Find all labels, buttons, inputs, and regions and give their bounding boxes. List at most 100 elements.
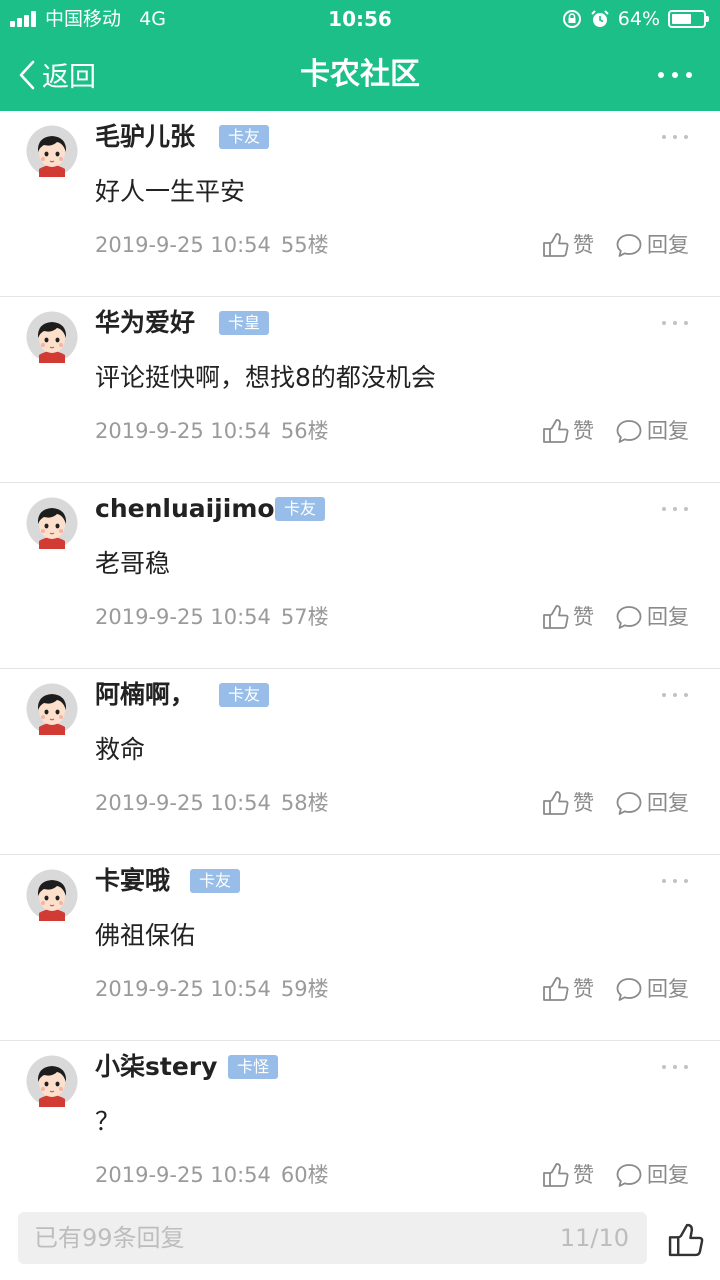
user-badge: 卡友: [219, 125, 270, 149]
battery-percent: 64%: [617, 8, 660, 30]
reply-meta: 2019-9-25 10:54 56楼: [95, 416, 329, 446]
back-button[interactable]: 返回: [18, 38, 96, 111]
reply-time: 2019-9-25 10:54: [95, 791, 271, 815]
alarm-lock-icon: [562, 10, 581, 28]
battery-fill: [672, 14, 692, 24]
like-button[interactable]: 赞: [541, 974, 594, 1004]
avatar[interactable]: [26, 683, 78, 735]
comment-icon: [616, 420, 642, 443]
app-screen: 中国移动 4G 10:56 64% 返回 卡农社区 毛驴儿张 卡友 好人一生平安…: [0, 0, 720, 1280]
like-button[interactable]: 赞: [541, 416, 594, 446]
reply-button[interactable]: 回复: [615, 416, 689, 446]
reply-item: chenluaijimo 卡友 老哥稳 2019-9-25 10:54 57楼 赞…: [0, 483, 720, 669]
thumb-up-icon: [543, 233, 569, 257]
floor-number: 56楼: [280, 419, 329, 443]
like-button[interactable]: 赞: [541, 230, 594, 260]
like-button[interactable]: 赞: [541, 602, 594, 632]
more-dots-icon[interactable]: [662, 133, 688, 141]
username[interactable]: 毛驴儿张: [95, 120, 195, 154]
floor-number: 58楼: [280, 791, 329, 815]
reply-list: 毛驴儿张 卡友 好人一生平安 2019-9-25 10:54 55楼 赞 回复 华…: [0, 111, 720, 1201]
reply-item: 阿楠啊， 卡友 救命 2019-9-25 10:54 58楼 赞 回复: [0, 669, 720, 855]
reply-item: 毛驴儿张 卡友 好人一生平安 2019-9-25 10:54 55楼 赞 回复: [0, 111, 720, 297]
reply-content: 救命: [95, 735, 146, 764]
user-badge: 卡友: [219, 683, 270, 707]
thumb-up-icon[interactable]: [666, 1221, 704, 1259]
reply-item: 卡宴哦 卡友 佛祖保佑 2019-9-25 10:54 59楼 赞 回复: [0, 855, 720, 1041]
reply-button[interactable]: 回复: [615, 788, 689, 818]
thumb-up-icon: [543, 977, 569, 1001]
reply-content: 佛祖保佑: [95, 921, 196, 950]
reply-content: ？: [95, 1107, 121, 1136]
reply-button[interactable]: 回复: [615, 1160, 689, 1190]
username[interactable]: 卡宴哦: [95, 864, 170, 898]
reply-label: 回复: [647, 605, 689, 629]
reply-placeholder: 已有99条回复: [34, 1224, 185, 1252]
reply-content: 评论挺快啊，想找8的都没机会: [95, 363, 436, 392]
like-button[interactable]: 赞: [541, 1160, 594, 1190]
reply-meta: 2019-9-25 10:54 59楼: [95, 974, 329, 1004]
comment-icon: [616, 978, 642, 1001]
more-dots-icon[interactable]: [662, 1063, 688, 1071]
status-bar: 中国移动 4G 10:56 64%: [0, 0, 720, 38]
reply-button[interactable]: 回复: [615, 230, 689, 260]
reply-meta: 2019-9-25 10:54 60楼: [95, 1160, 329, 1190]
user-badge: 卡友: [190, 869, 241, 893]
reply-label: 回复: [647, 233, 689, 257]
reply-meta: 2019-9-25 10:54 58楼: [95, 788, 329, 818]
reply-label: 回复: [647, 791, 689, 815]
reply-meta: 2019-9-25 10:54 55楼: [95, 230, 329, 260]
like-label: 赞: [573, 233, 594, 257]
alarm-icon: [591, 10, 609, 27]
page-indicator: 11/10: [559, 1224, 629, 1252]
username[interactable]: 华为爱好: [95, 306, 195, 340]
avatar[interactable]: [26, 497, 78, 549]
reply-label: 回复: [647, 419, 689, 443]
like-label: 赞: [573, 419, 594, 443]
username[interactable]: 阿楠啊，: [95, 678, 195, 712]
floor-number: 59楼: [280, 977, 329, 1001]
avatar[interactable]: [26, 869, 78, 921]
more-dots-icon[interactable]: [662, 505, 688, 513]
like-label: 赞: [573, 977, 594, 1001]
user-badge: 卡怪: [228, 1055, 279, 1079]
comment-icon: [616, 606, 642, 629]
thumb-up-icon: [543, 419, 569, 443]
reply-button[interactable]: 回复: [615, 602, 689, 632]
reply-meta: 2019-9-25 10:54 57楼: [95, 602, 329, 632]
username[interactable]: chenluaijimo: [95, 492, 275, 526]
comment-icon: [616, 1164, 642, 1187]
thumb-up-icon: [543, 1163, 569, 1187]
floor-number: 55楼: [280, 233, 329, 257]
reply-label: 回复: [647, 1163, 689, 1187]
floor-number: 60楼: [280, 1163, 329, 1187]
avatar[interactable]: [26, 1055, 78, 1107]
battery-icon: [668, 10, 709, 28]
comment-icon: [616, 792, 642, 815]
reply-input[interactable]: 已有99条回复 11/10: [18, 1212, 647, 1264]
more-dots-icon[interactable]: [662, 691, 688, 699]
reply-content: 好人一生平安: [95, 177, 246, 206]
like-button[interactable]: 赞: [541, 788, 594, 818]
status-right: 64%: [562, 5, 709, 33]
nav-bar: 返回 卡农社区: [0, 38, 720, 111]
reply-content: 老哥稳: [95, 549, 171, 578]
reply-time: 2019-9-25 10:54: [95, 233, 271, 257]
top-bar: 中国移动 4G 10:56 64% 返回 卡农社区: [0, 0, 720, 111]
more-dots-icon[interactable]: [662, 319, 688, 327]
more-dots-icon[interactable]: [662, 877, 688, 885]
thumb-up-icon: [543, 791, 569, 815]
user-badge: 卡皇: [219, 311, 270, 335]
username[interactable]: 小柒stery: [95, 1050, 217, 1084]
reply-time: 2019-9-25 10:54: [95, 605, 271, 629]
avatar[interactable]: [26, 311, 78, 363]
reply-item: 华为爱好 卡皇 评论挺快啊，想找8的都没机会 2019-9-25 10:54 56…: [0, 297, 720, 483]
reply-time: 2019-9-25 10:54: [95, 977, 271, 1001]
avatar[interactable]: [26, 125, 78, 177]
reply-time: 2019-9-25 10:54: [95, 419, 271, 443]
reply-button[interactable]: 回复: [615, 974, 689, 1004]
more-icon[interactable]: [658, 60, 692, 90]
floor-number: 57楼: [280, 605, 329, 629]
like-label: 赞: [573, 791, 594, 815]
back-label: 返回: [42, 62, 96, 93]
